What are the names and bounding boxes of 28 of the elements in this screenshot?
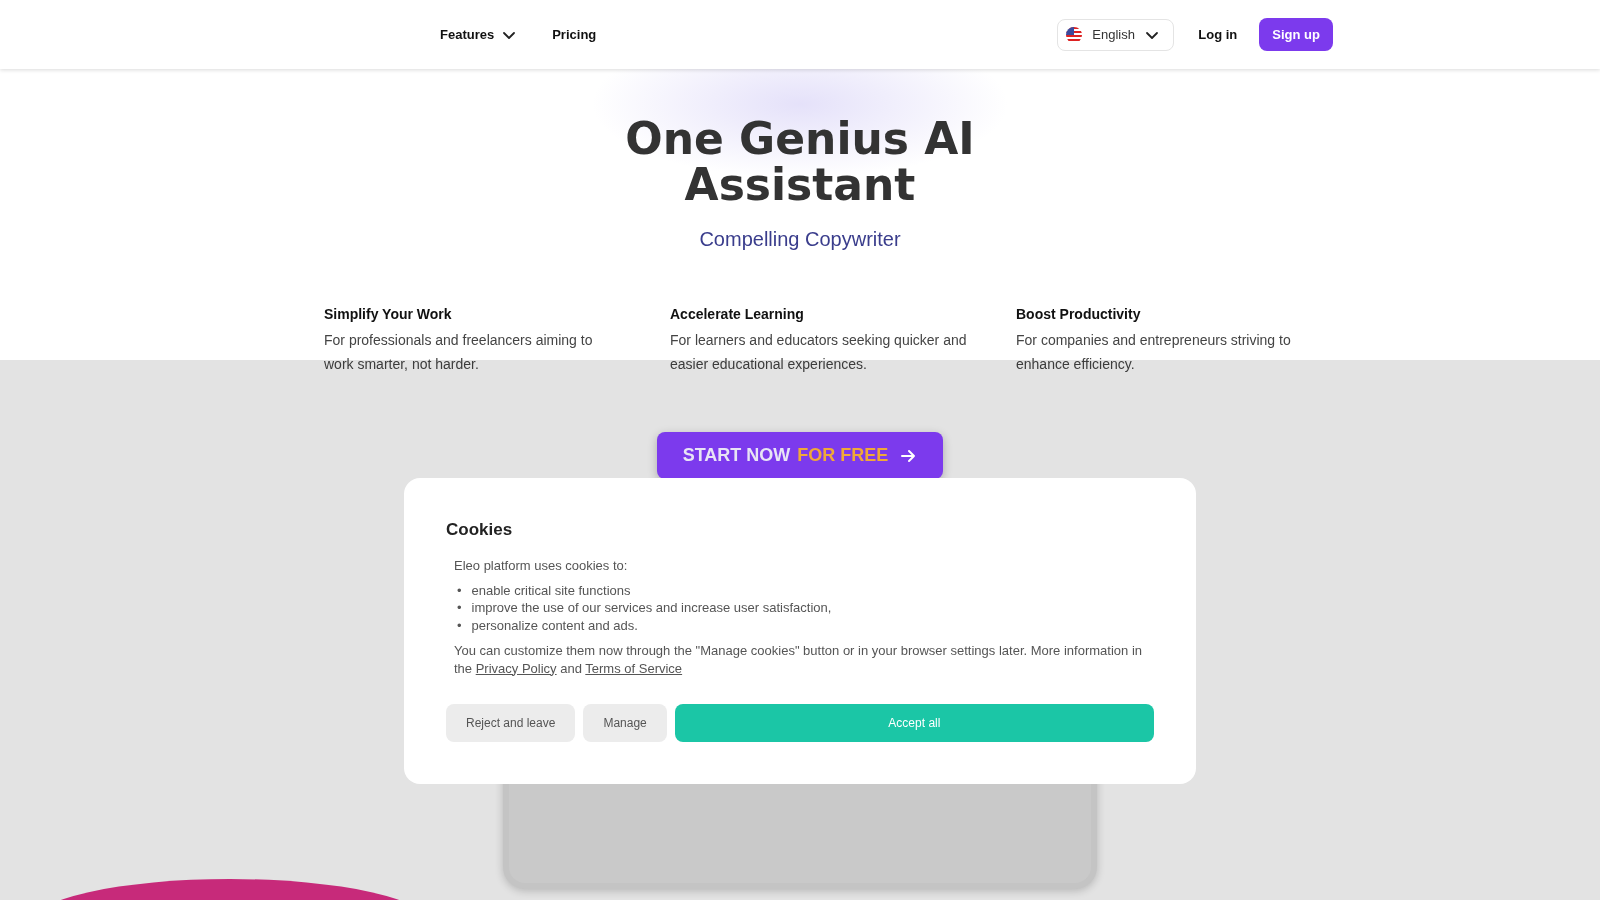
cookie-purpose: enable critical site functions: [471, 581, 631, 599]
feature-text: For learners and educators seeking quicker and easier educational experiences.: [670, 331, 968, 374]
cookie-option-button[interactable]: Reject and leave: [446, 704, 576, 742]
bullet-icon: •: [457, 599, 462, 617]
hero-subtitle: Compelling Copywriter: [699, 228, 901, 251]
feature-title: Simplify Your Work: [324, 306, 453, 322]
cookie-purpose: improve the use of our services and increase user satisfaction,: [471, 599, 832, 617]
cookie-info: You can customize them now through the "Manage cookies" button or in your browser settings later. More information in the Privacy Policy and Terms of Service: [454, 642, 1143, 677]
cookie-intro: Eleo platform uses cookies to:: [454, 557, 629, 575]
feature-text: For professionals and freelancers aiming to work smarter, not harder.: [324, 331, 594, 374]
feature-title: Boost Productivity: [1016, 306, 1142, 322]
cookie-option-button[interactable]: Manage: [583, 704, 667, 742]
nav-link[interactable]: Pricing: [552, 23, 597, 46]
us-flag-icon: [1066, 26, 1083, 43]
terms-link[interactable]: Terms of Service: [585, 660, 683, 676]
cookie-purpose: personalize content and ads.: [471, 616, 638, 634]
start-button[interactable]: START NOW FOR FREE: [656, 432, 944, 479]
bullet-icon: •: [457, 581, 462, 599]
login-button[interactable]: Log in: [1192, 26, 1244, 43]
hero-title: One Genius AI Assistant: [624, 116, 976, 208]
feature-title: Accelerate Learning: [670, 306, 805, 322]
feature-text: For companies and entrepreneurs striving to enhance efficiency.: [1016, 331, 1292, 374]
dialog-title: Cookies: [446, 520, 514, 540]
privacy-policy-link[interactable]: Privacy Policy: [475, 660, 557, 676]
language-select[interactable]: English: [1057, 18, 1175, 51]
features-menu-button[interactable]: Features: [440, 23, 517, 46]
signup-button[interactable]: Sign up: [1259, 18, 1333, 51]
bullet-icon: •: [457, 616, 462, 634]
